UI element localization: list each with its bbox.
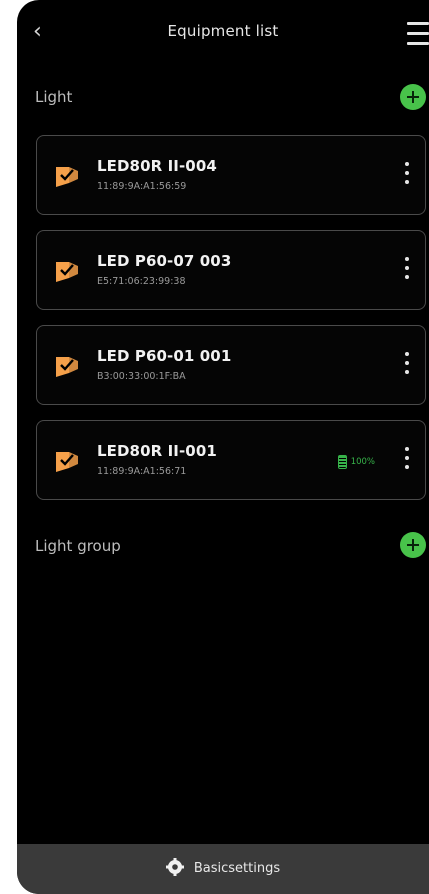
menu-bar	[407, 32, 429, 35]
page-title: Equipment list	[167, 22, 279, 40]
device-card[interactable]: LED80R II-001 11:89:9A:A1:56:71 100%	[36, 420, 426, 500]
battery-icon	[337, 455, 347, 469]
device-name: LED80R II-004	[97, 157, 217, 175]
more-options-icon[interactable]	[399, 257, 415, 285]
device-mac: 11:89:9A:A1:56:71	[97, 466, 187, 477]
lamp-icon	[56, 452, 78, 472]
add-light-button[interactable]	[400, 84, 426, 110]
menu-bar	[407, 42, 429, 45]
device-card[interactable]: LED80R II-004 11:89:9A:A1:56:59	[36, 135, 426, 215]
hamburger-menu-icon[interactable]	[407, 22, 429, 48]
lamp-icon	[56, 357, 78, 377]
device-mac: 11:89:9A:A1:56:59	[97, 181, 187, 192]
device-mac: B3:00:33:00:1F:BA	[97, 371, 186, 382]
basic-settings-button[interactable]: Basicsettings	[17, 858, 429, 876]
header: ‹ Equipment list	[17, 0, 429, 64]
section-label-light: Light	[35, 88, 73, 106]
basic-settings-label: Basicsettings	[193, 861, 281, 876]
device-card[interactable]: LED P60-07 003 E5:71:06:23:99:38	[36, 230, 426, 310]
add-light-group-button[interactable]	[400, 532, 426, 558]
section-label-light-group: Light group	[35, 537, 121, 555]
device-card[interactable]: LED P60-01 001 B3:00:33:00:1F:BA	[36, 325, 426, 405]
bottom-bar: Basicsettings	[17, 844, 429, 894]
device-name: LED P60-01 001	[97, 347, 232, 365]
device-name: LED P60-07 003	[97, 252, 232, 270]
more-options-icon[interactable]	[399, 352, 415, 380]
menu-bar	[407, 22, 429, 25]
battery-percent: 100%	[350, 457, 375, 467]
more-options-icon[interactable]	[399, 162, 415, 190]
battery-indicator: 100%	[337, 454, 375, 470]
app-screen: ‹ Equipment list Light LED80R II-004 11:…	[17, 0, 429, 894]
lamp-icon	[56, 167, 78, 187]
more-options-icon[interactable]	[399, 447, 415, 475]
device-mac: E5:71:06:23:99:38	[97, 276, 186, 287]
gear-icon	[165, 858, 184, 876]
device-name: LED80R II-001	[97, 442, 217, 460]
lamp-icon	[56, 262, 78, 282]
